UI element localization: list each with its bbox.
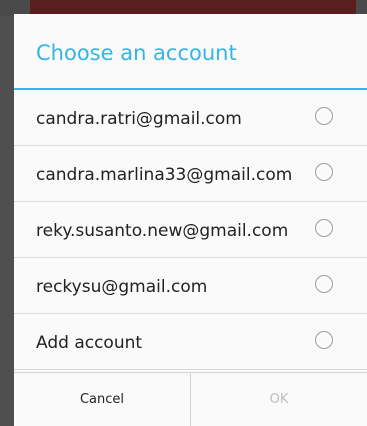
account-label: reky.susanto.new@gmail.com xyxy=(36,221,289,241)
add-account-label: Add account xyxy=(36,333,143,353)
add-account-option[interactable]: Add account xyxy=(14,314,367,370)
account-label: candra.marlina33@gmail.com xyxy=(36,165,293,185)
choose-account-dialog: Choose an account candra.ratri@gmail.com… xyxy=(14,14,367,426)
radio-button[interactable] xyxy=(315,107,333,125)
account-option-candra-marlina33[interactable]: candra.marlina33@gmail.com xyxy=(14,146,367,202)
backdrop-left xyxy=(0,0,14,426)
ok-button[interactable]: OK xyxy=(190,373,367,426)
account-option-reckysu[interactable]: reckysu@gmail.com xyxy=(14,258,367,314)
account-option-reky-susanto-new[interactable]: reky.susanto.new@gmail.com xyxy=(14,202,367,258)
radio-button[interactable] xyxy=(315,219,333,237)
radio-button[interactable] xyxy=(315,275,333,293)
account-list: candra.ratri@gmail.com candra.marlina33@… xyxy=(14,90,367,370)
cancel-button[interactable]: Cancel xyxy=(14,373,190,426)
dialog-button-bar: Cancel OK xyxy=(14,372,367,426)
dialog-title-bar: Choose an account xyxy=(14,14,367,90)
account-label: candra.ratri@gmail.com xyxy=(36,109,242,129)
radio-button[interactable] xyxy=(315,163,333,181)
account-option-candra-ratri[interactable]: candra.ratri@gmail.com xyxy=(14,90,367,146)
radio-button[interactable] xyxy=(315,331,333,349)
account-label: reckysu@gmail.com xyxy=(36,277,208,297)
dialog-title: Choose an account xyxy=(36,41,237,65)
